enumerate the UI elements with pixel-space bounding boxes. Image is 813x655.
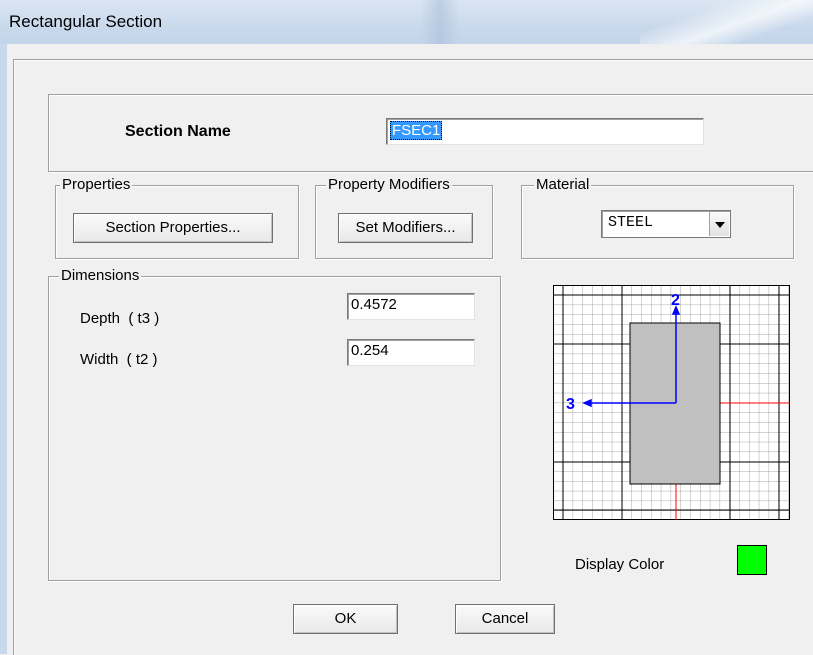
section-name-input[interactable]: FSEC1	[386, 118, 704, 145]
depth-input[interactable]: 0.4572	[347, 293, 475, 320]
cancel-button[interactable]: Cancel	[455, 604, 555, 634]
display-color-label: Display Color	[575, 556, 665, 573]
display-color-swatch[interactable]	[737, 545, 767, 575]
property-modifiers-group-label: Property Modifiers	[326, 176, 452, 193]
material-group-label: Material	[534, 176, 592, 193]
width-input[interactable]: 0.254	[347, 339, 475, 366]
width-label: Width ( t2 )	[80, 351, 158, 368]
set-modifiers-button[interactable]: Set Modifiers...	[338, 213, 473, 243]
properties-group-label: Properties	[60, 176, 133, 193]
chevron-down-icon	[715, 222, 725, 228]
title-bar[interactable]: Rectangular Section	[0, 0, 813, 44]
dropdown-button[interactable]	[709, 212, 729, 236]
dimensions-group-label: Dimensions	[59, 267, 142, 284]
window-frame	[0, 44, 7, 654]
title-bar-glass	[640, 0, 813, 44]
axis-2-label: 2	[671, 292, 680, 309]
section-name-label: Section Name	[125, 123, 231, 140]
material-selected-value: STEEL	[608, 214, 654, 231]
section-preview: 2 3	[553, 285, 790, 520]
section-name-value: FSEC1	[390, 121, 443, 140]
window-title: Rectangular Section	[9, 12, 163, 31]
ok-button[interactable]: OK	[293, 604, 398, 634]
axis-3-label: 3	[566, 396, 575, 413]
section-properties-button[interactable]: Section Properties...	[73, 213, 273, 243]
title-bar-glass	[420, 0, 460, 44]
depth-label: Depth ( t3 )	[80, 310, 160, 327]
material-dropdown[interactable]: STEEL	[601, 210, 731, 238]
